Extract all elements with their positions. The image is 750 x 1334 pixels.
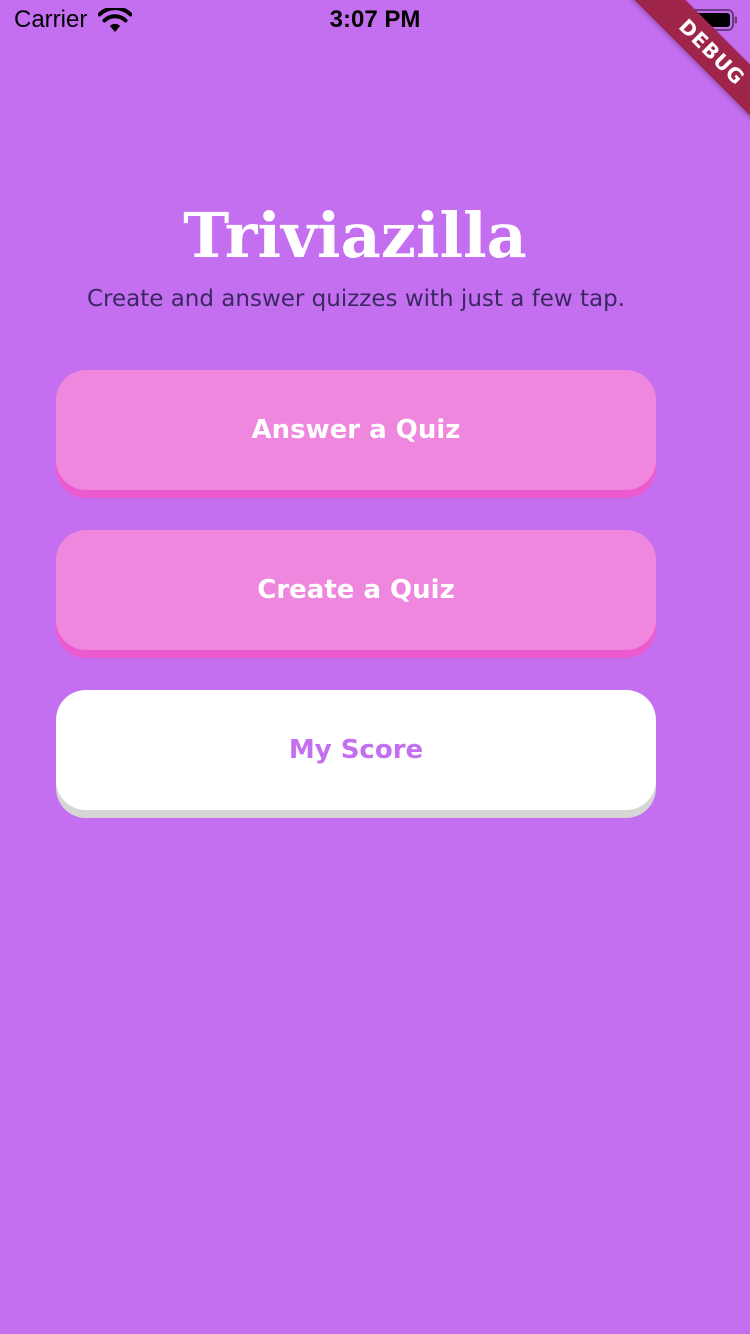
- app-subtitle: Create and answer quizzes with just a fe…: [86, 286, 626, 312]
- answer-quiz-label: Answer a Quiz: [251, 415, 461, 445]
- create-quiz-button[interactable]: Create a Quiz: [56, 530, 656, 650]
- debug-banner-container: DEBUG: [590, 0, 750, 160]
- create-quiz-label: Create a Quiz: [257, 575, 455, 605]
- my-score-label: My Score: [288, 735, 424, 765]
- answer-quiz-button[interactable]: Answer a Quiz: [56, 370, 656, 490]
- debug-banner: DEBUG: [628, 0, 750, 136]
- my-score-button[interactable]: My Score: [56, 690, 656, 810]
- app-title: Triviazilla: [183, 199, 527, 272]
